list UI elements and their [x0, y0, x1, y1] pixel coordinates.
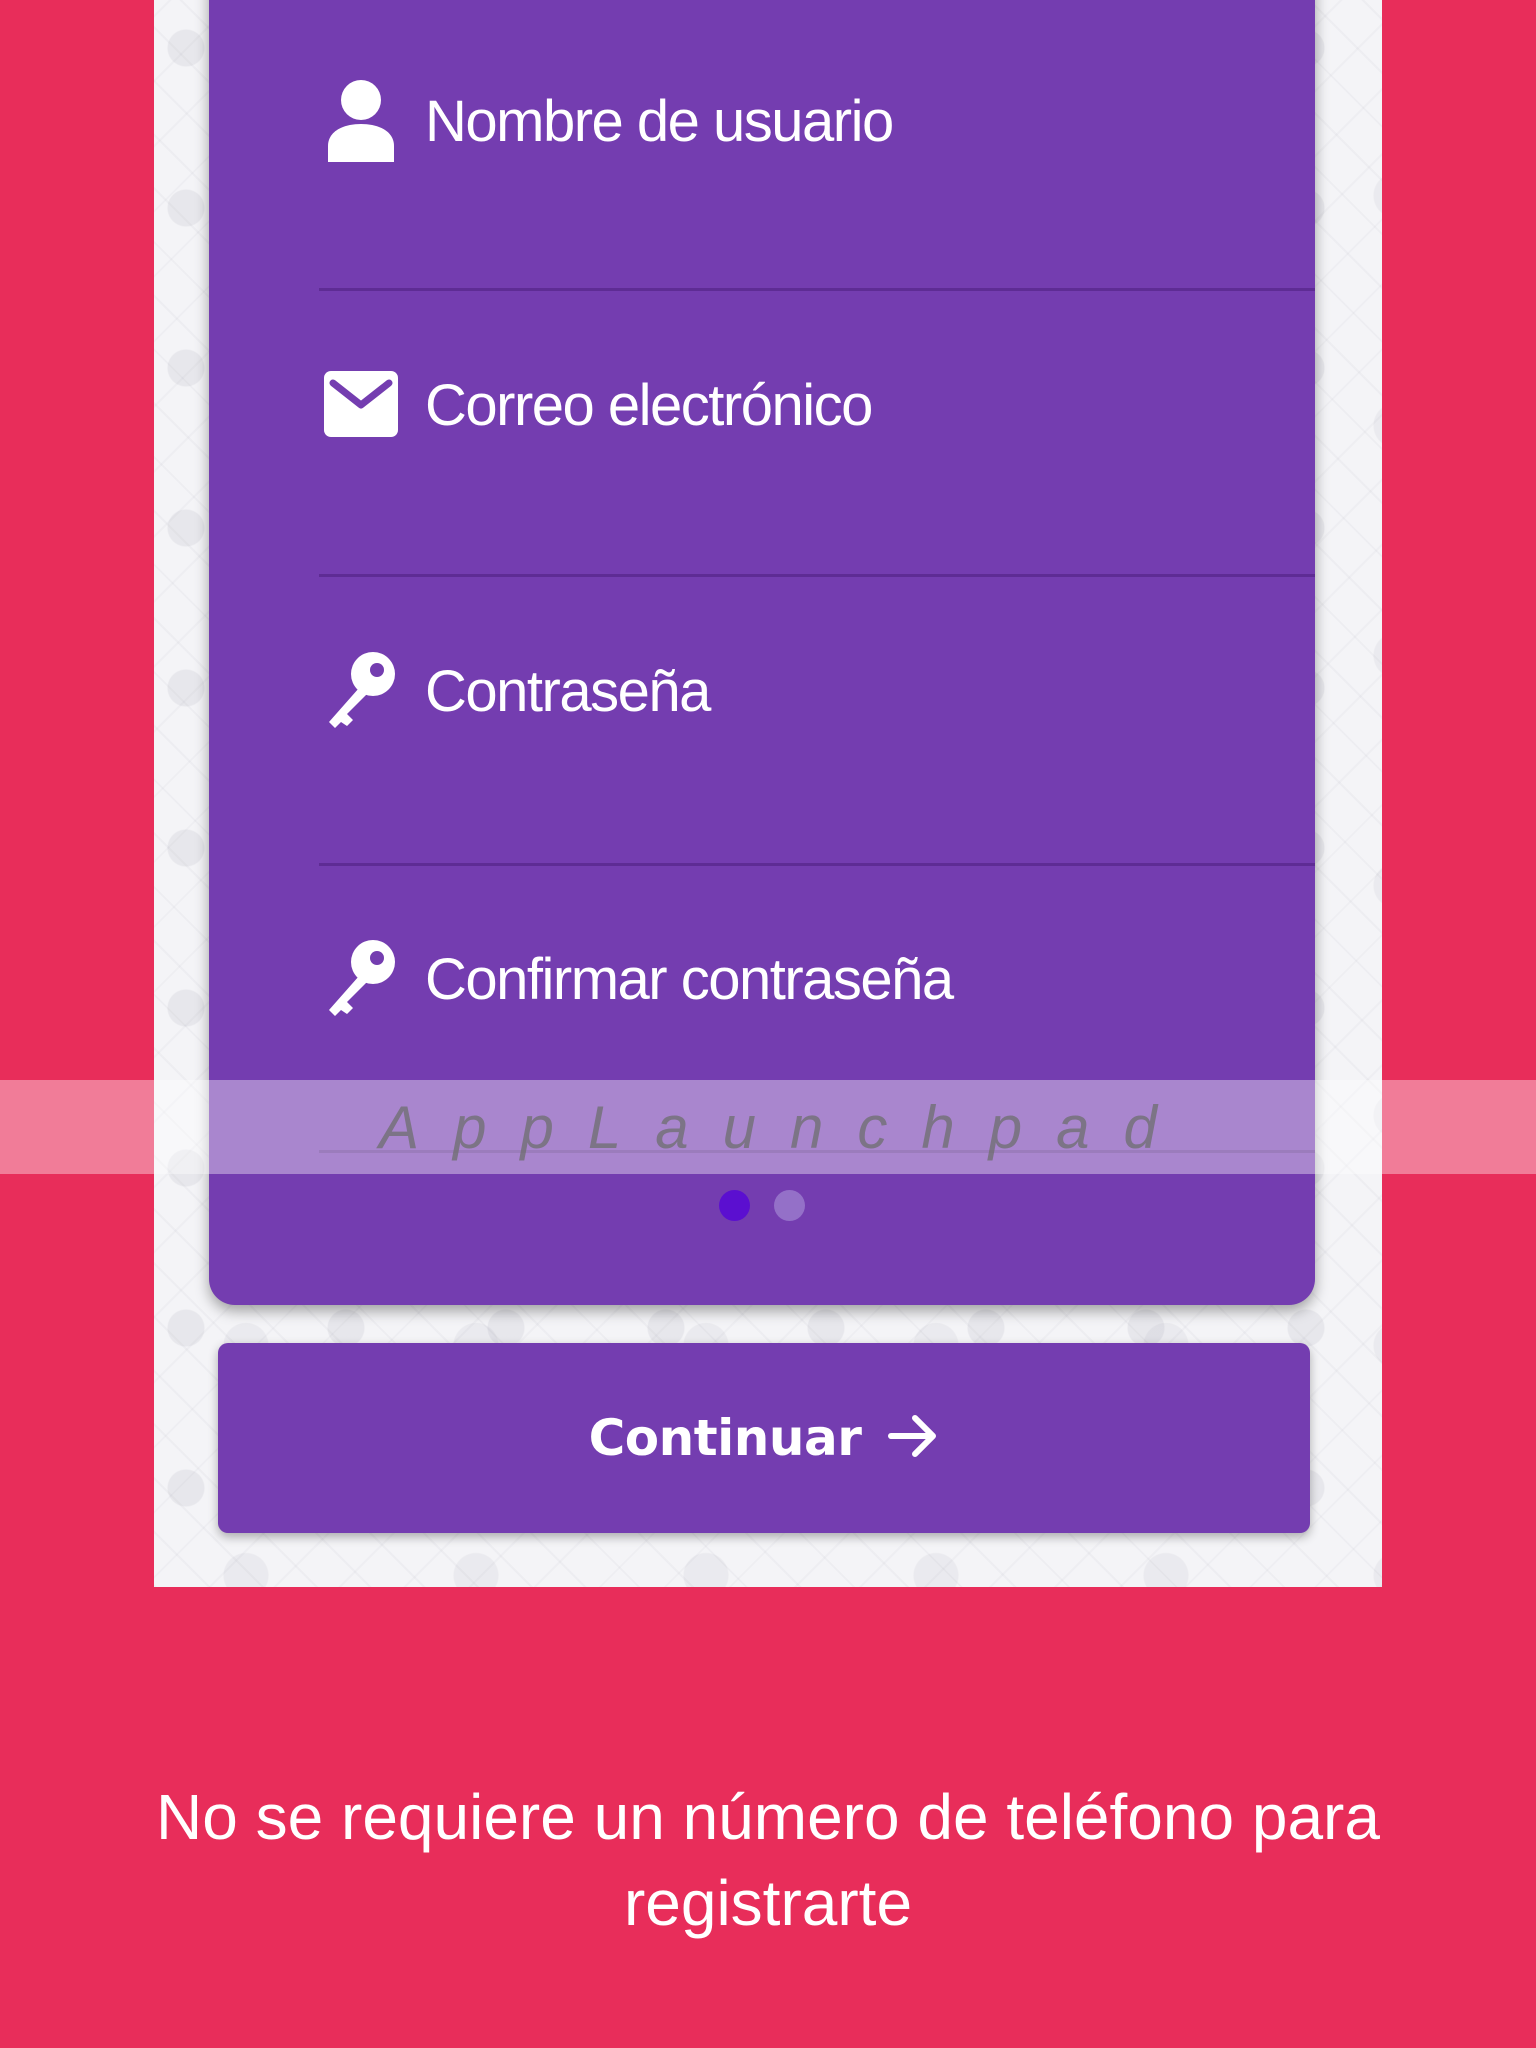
username-field[interactable]: Nombre de usuario	[209, 60, 1315, 180]
page-dot[interactable]	[774, 1190, 805, 1221]
password-placeholder: Contraseña	[425, 659, 711, 724]
divider	[319, 1150, 1315, 1153]
divider	[319, 574, 1315, 577]
arrow-right-icon	[887, 1410, 939, 1467]
divider	[319, 288, 1315, 291]
app-screenshot: Nombre de usuario Correo electrónico Con…	[154, 0, 1382, 1587]
username-placeholder: Nombre de usuario	[425, 89, 894, 154]
continue-button-label: Continuar	[588, 1409, 862, 1467]
password-field[interactable]: Contraseña	[209, 630, 1315, 750]
email-field[interactable]: Correo electrónico	[209, 344, 1315, 464]
promo-caption: No se requiere un número de teléfono par…	[156, 1781, 1380, 1939]
page-dot-active[interactable]	[719, 1190, 750, 1221]
divider	[319, 863, 1315, 866]
confirm-password-field[interactable]: Confirmar contraseña	[209, 918, 1315, 1038]
key-icon	[323, 652, 399, 728]
registration-form-card: Nombre de usuario Correo electrónico Con…	[209, 0, 1315, 1305]
page-indicator	[209, 1190, 1315, 1224]
user-icon	[323, 80, 399, 162]
envelope-icon	[323, 366, 399, 442]
confirm-password-placeholder: Confirmar contraseña	[425, 947, 954, 1012]
continue-button[interactable]: Continuar	[218, 1343, 1310, 1533]
email-placeholder: Correo electrónico	[425, 373, 873, 438]
key-icon	[323, 940, 399, 1016]
